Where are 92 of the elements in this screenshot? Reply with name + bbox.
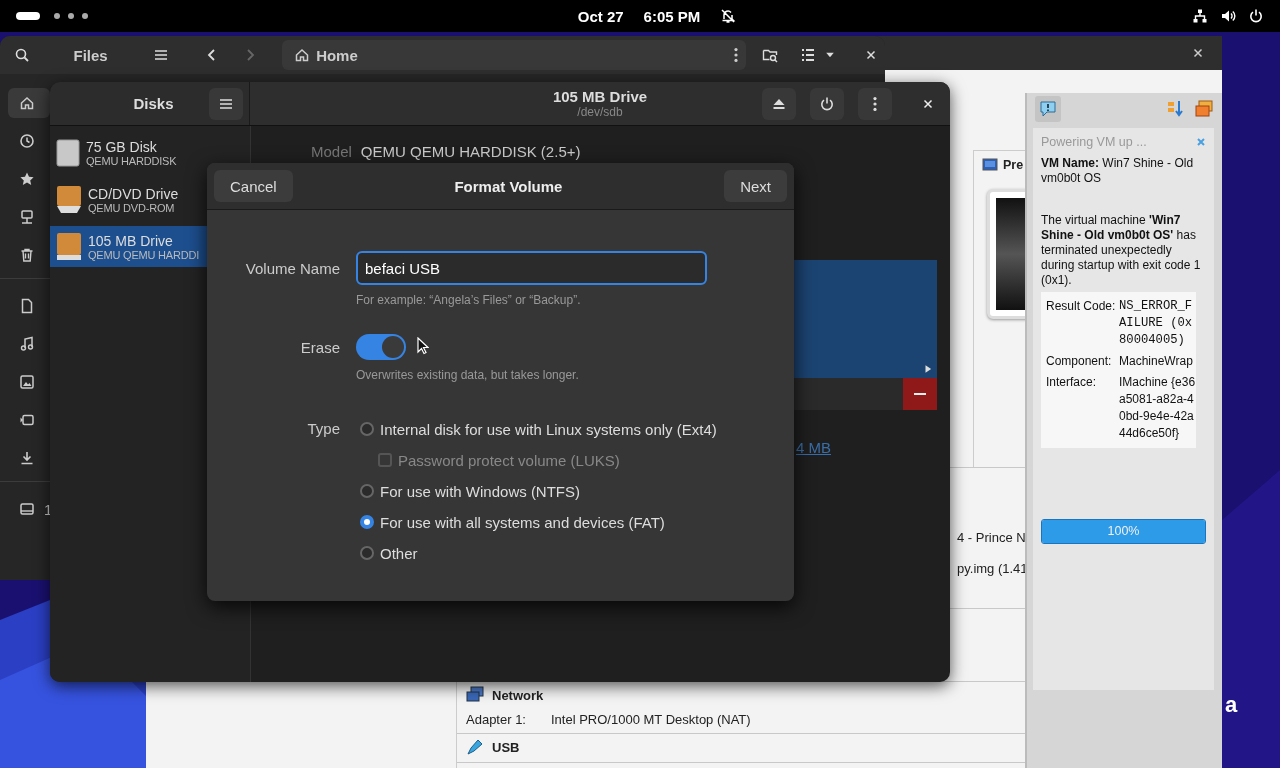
network-icon <box>1192 8 1208 24</box>
field-value: QEMU QEMU HARDDISK (2.5+) <box>360 143 581 160</box>
trash-icon <box>19 247 35 263</box>
optical-drive-icon <box>56 184 82 215</box>
detail-value: MachineWrap <box>1119 353 1194 370</box>
network-cards-icon <box>466 686 484 704</box>
field-label: Adapter 1: <box>466 712 526 727</box>
path-bar[interactable]: Home <box>282 40 746 70</box>
vm-name-text: VM Name: Win7 Shine - Old vm0b0t OS <box>1041 156 1195 186</box>
sidebar-item[interactable] <box>8 88 50 118</box>
status-text: Powering VM up ... <box>1041 135 1147 149</box>
computer-icon <box>19 209 35 225</box>
window-title: Files <box>73 46 108 64</box>
error-message: The virtual machine 'Win7 Shine - Old vm0b0t OS' has terminated unexpectedly during startup with exit code 1 (0x1). <box>1041 213 1202 288</box>
hint-text: For example: “Angela’s Files” or “Backup”. <box>356 293 582 307</box>
radio-button[interactable] <box>360 546 374 560</box>
list-icon <box>800 47 817 63</box>
video-icon <box>19 412 35 428</box>
usb-plug-icon <box>466 738 484 756</box>
cancel-button[interactable]: Cancel <box>214 170 293 202</box>
hint-text: Overwrites existing data, but takes longer. <box>356 368 580 382</box>
field-value: Intel PRO/1000 MT Desktop (NAT) <box>551 712 751 727</box>
field-label: Type <box>306 419 340 437</box>
detail-label: Interface: <box>1046 374 1098 391</box>
bell-off-icon <box>720 8 737 24</box>
progress-label: 100% <box>1106 523 1141 540</box>
power-off-button[interactable] <box>810 87 844 120</box>
pointer-icon <box>417 337 429 355</box>
activities-indicator[interactable] <box>16 12 40 20</box>
volume-icon <box>1220 8 1236 24</box>
eject-button[interactable] <box>762 87 796 120</box>
messages-tab[interactable] <box>1035 96 1061 122</box>
clock-time[interactable]: 6:05 PM <box>643 7 701 25</box>
drive-item[interactable]: 75 GB Disk QEMU HARDDISK <box>50 132 250 173</box>
drive-icon <box>56 231 82 262</box>
section-heading: USB <box>492 739 520 755</box>
search-icon <box>13 47 30 63</box>
more-button[interactable] <box>858 87 892 120</box>
drive-icon <box>19 501 35 517</box>
menu-icon <box>153 47 170 63</box>
section-heading: Pre <box>1003 158 1024 172</box>
detail-value: IMachine {e36a5081-a82a-40bd-9e4e-42a44d6ce50f} <box>1119 374 1197 442</box>
monitor-icon <box>982 157 998 173</box>
star-icon <box>19 171 35 187</box>
drive-title: 105 MB Drive <box>552 88 648 105</box>
minus-icon <box>914 393 926 395</box>
section-heading: Network <box>492 687 544 703</box>
home-icon <box>294 47 311 63</box>
desktop-label: a <box>1225 692 1238 718</box>
message-alert-icon <box>1039 100 1057 118</box>
window-title: Disks <box>132 95 175 112</box>
music-icon <box>19 336 35 352</box>
field-label: Erase <box>299 338 340 356</box>
radio-button[interactable] <box>360 484 374 498</box>
power-icon <box>819 95 835 112</box>
radio-button[interactable] <box>360 515 374 529</box>
close-icon <box>1191 46 1205 60</box>
clock-date[interactable]: Oct 27 <box>577 7 624 25</box>
dialog-title: Format Volume <box>453 177 564 195</box>
option-label[interactable]: For use with all systems and devices (FAT) <box>380 513 665 531</box>
field-label: Model <box>311 143 352 160</box>
detail-label: Component: <box>1046 353 1113 370</box>
delete-partition-button[interactable] <box>903 378 937 410</box>
erase-switch[interactable] <box>356 334 406 360</box>
document-icon <box>19 298 35 314</box>
sort-arrows-icon[interactable] <box>1166 99 1186 119</box>
option-label[interactable]: For use with Windows (NTFS) <box>380 482 581 500</box>
workspace-dot[interactable] <box>82 13 88 19</box>
volume-name-field[interactable]: befaci USB <box>356 251 707 285</box>
workspace-dot[interactable] <box>54 13 60 19</box>
clock-icon <box>19 133 35 149</box>
detail-text: py.img (1.41 <box>957 561 1029 576</box>
image-icon <box>19 374 35 390</box>
home-icon <box>19 95 35 111</box>
play-icon <box>923 364 933 374</box>
option-label[interactable]: Internal disk for use with Linux systems only (Ext4) <box>380 420 717 438</box>
more-icon <box>733 48 738 62</box>
path-segment[interactable]: Home <box>316 46 358 64</box>
detail-value: NS_ERROR_FAILURE (0x80004005) <box>1119 298 1194 349</box>
folder-search-icon <box>761 47 778 63</box>
radio-button[interactable] <box>360 422 374 436</box>
more-icon <box>873 96 877 111</box>
option-label[interactable]: Other <box>380 544 418 562</box>
detail-text: 4 - Prince N <box>957 530 1027 545</box>
detail-label: Result Code: <box>1046 298 1116 315</box>
power-icon <box>1248 8 1264 24</box>
windows-icon[interactable] <box>1194 99 1214 119</box>
workspace-dot[interactable] <box>68 13 74 19</box>
download-icon <box>19 450 35 466</box>
drive-path: /dev/sdb <box>576 105 624 119</box>
menu-button[interactable] <box>209 87 243 120</box>
next-button[interactable]: Next <box>724 170 787 202</box>
